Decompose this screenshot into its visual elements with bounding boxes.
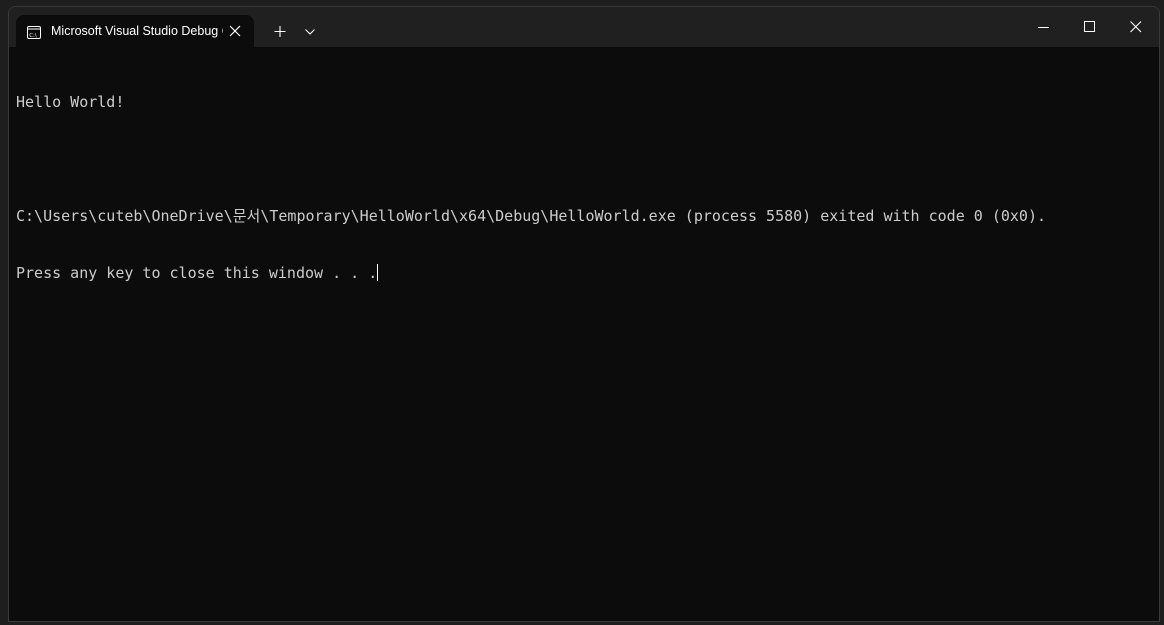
plus-icon xyxy=(274,26,286,37)
maximize-button[interactable] xyxy=(1067,7,1113,47)
terminal-line: Press any key to close this window . . . xyxy=(16,264,378,282)
console-app-icon: C:\ xyxy=(27,24,41,39)
tab-title: Microsoft Visual Studio Debug Console xyxy=(51,24,223,38)
terminal-line: C:\Users\cuteb\OneDrive\문서\Temporary\Hel… xyxy=(16,207,1047,225)
terminal-line-prompt: Press any key to close this window . . . xyxy=(16,264,1155,283)
chevron-down-icon xyxy=(305,29,315,35)
svg-text:C:\: C:\ xyxy=(29,33,37,39)
minimize-button[interactable] xyxy=(1021,7,1067,47)
maximize-icon xyxy=(1084,21,1095,32)
title-bar[interactable]: C:\ Microsoft Visual Studio Debug Consol… xyxy=(9,7,1159,47)
text-cursor xyxy=(377,264,379,281)
new-tab-button[interactable] xyxy=(269,20,291,42)
close-window-button[interactable] xyxy=(1113,7,1159,47)
tab-debug-console[interactable]: C:\ Microsoft Visual Studio Debug Consol… xyxy=(16,15,254,47)
minimize-icon xyxy=(1038,27,1049,28)
terminal-output[interactable]: Hello World! C:\Users\cuteb\OneDrive\문서\… xyxy=(16,55,1155,621)
terminal-window: C:\ Microsoft Visual Studio Debug Consol… xyxy=(8,6,1160,622)
close-icon xyxy=(1130,21,1142,33)
terminal-line: Hello World! xyxy=(16,93,125,111)
tab-dropdown-button[interactable] xyxy=(299,20,321,42)
tab-close-icon[interactable] xyxy=(227,23,243,39)
